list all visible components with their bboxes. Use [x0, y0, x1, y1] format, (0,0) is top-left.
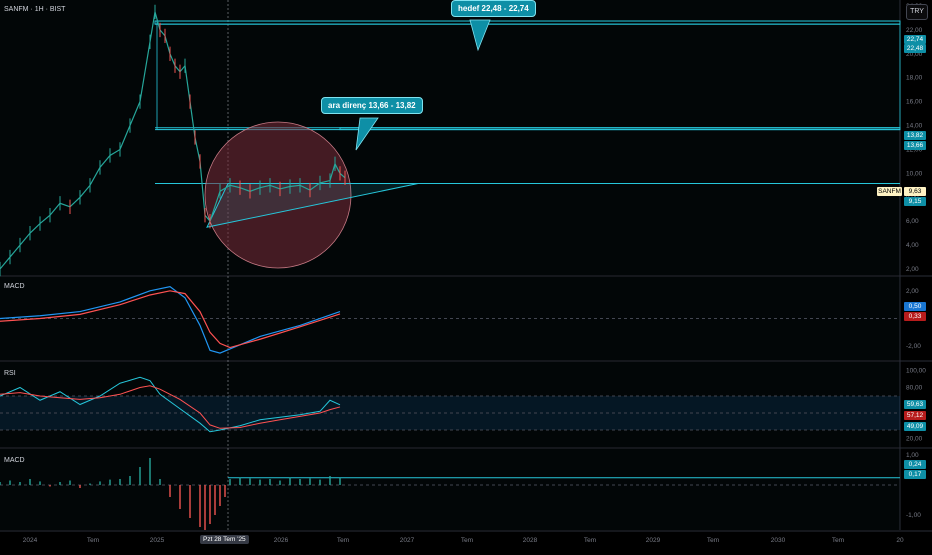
time-tick: Tem — [832, 537, 844, 544]
hist-bar — [139, 467, 141, 485]
price-tick: 2,00 — [906, 266, 919, 273]
price-tick: 18,00 — [906, 75, 923, 82]
time-tick: 2027 — [400, 537, 415, 544]
support-label: 9,15 — [904, 197, 926, 206]
hist-bar — [19, 482, 21, 485]
time-tick: Tem — [87, 537, 99, 544]
price-tick: 4,00 — [906, 242, 919, 249]
time-tick: 2024 — [23, 537, 38, 544]
hist-tick: -1,00 — [906, 512, 921, 519]
price-label-13-66: 13,66 — [904, 141, 926, 150]
rsi-label-1: 59,63 — [904, 400, 926, 409]
hist-bar — [209, 485, 211, 524]
price-tick: 10,00 — [906, 170, 923, 177]
price-tick: 14,00 — [906, 123, 923, 130]
crosshair-date-label: Pzt 28 Tem '25 — [200, 535, 249, 544]
hist-label-1: 0,24 — [904, 460, 926, 469]
hist-bar — [199, 485, 201, 527]
price-label-22-48: 22,48 — [904, 44, 926, 53]
hist-bar — [239, 477, 241, 485]
time-tick: 2030 — [771, 537, 786, 544]
hist-bar — [99, 481, 101, 485]
hist-bar — [9, 480, 11, 485]
price-tick: 22,00 — [906, 27, 923, 34]
hist-bar — [309, 478, 311, 485]
macd-tick: 2,00 — [906, 288, 919, 295]
hist-bar — [229, 479, 231, 485]
hist-bar — [49, 485, 51, 487]
price-tick: 6,00 — [906, 218, 919, 225]
hist-bar — [0, 482, 1, 485]
hist-bar — [339, 477, 341, 485]
hist-bar — [319, 479, 321, 485]
hist-bar — [39, 481, 41, 485]
time-tick: 20 — [896, 537, 904, 544]
time-tick: 2028 — [523, 537, 538, 544]
macd-label: 0,50 — [904, 302, 926, 311]
time-tick: Tem — [337, 537, 349, 544]
pane-background — [0, 0, 900, 275]
hist-bar — [279, 480, 281, 485]
rsi-label-3: 49,09 — [904, 422, 926, 431]
hist-bar — [109, 479, 111, 485]
price-label-22-74: 22,74 — [904, 35, 926, 44]
hist-bar — [119, 479, 121, 485]
macd-pane-title: MACD — [4, 283, 25, 290]
target-callout[interactable]: hedef 22,48 - 22,74 — [451, 0, 536, 17]
symbol-title: SANFM · 1H · BIST — [4, 6, 66, 13]
currency-button[interactable]: TRY — [906, 4, 928, 20]
macd-tick: -2,00 — [906, 343, 921, 350]
hist-bar — [169, 485, 171, 497]
hist-bar — [259, 479, 261, 485]
hist-pane-title: MACD — [4, 457, 25, 464]
hist-bar — [289, 477, 291, 485]
rsi-tick: 100,00 — [906, 368, 926, 375]
signal-label: 0,33 — [904, 312, 926, 321]
symbol-tag: SANFM — [877, 187, 902, 196]
hist-bar — [249, 478, 251, 485]
hist-tick: 1,00 — [906, 452, 919, 459]
hist-bar — [329, 476, 331, 485]
hist-bar — [189, 485, 191, 518]
time-tick: 2029 — [646, 537, 661, 544]
rsi-tick: 20,00 — [906, 436, 923, 443]
time-tick: Tem — [707, 537, 719, 544]
pane-background — [0, 449, 900, 530]
price-tick: 16,00 — [906, 99, 923, 106]
time-tick: Tem — [584, 537, 596, 544]
resistance-zone-box — [339, 127, 901, 131]
hist-bar — [269, 479, 271, 485]
hist-bar — [159, 479, 161, 485]
hist-bar — [219, 485, 221, 506]
hist-bar — [79, 485, 81, 488]
hist-bar — [69, 480, 71, 485]
rsi-label-2: 57,12 — [904, 411, 926, 420]
last-price-label: 9,63 — [904, 187, 926, 196]
hist-bar — [179, 485, 181, 509]
time-tick: 2026 — [274, 537, 289, 544]
hist-bar — [299, 479, 301, 485]
time-tick: 2025 — [150, 537, 165, 544]
hist-bar — [224, 485, 226, 497]
chart-canvas[interactable]: 24,0022,0020,0018,0016,0014,0012,0010,00… — [0, 0, 932, 550]
time-tick: Tem — [461, 537, 473, 544]
hist-bar — [214, 485, 216, 515]
rsi-pane-title: RSI — [4, 370, 16, 377]
hist-bar — [89, 483, 91, 485]
hist-bar — [29, 479, 31, 485]
hist-bar — [149, 458, 151, 485]
hist-label-2: 0,17 — [904, 470, 926, 479]
hist-bar — [129, 476, 131, 485]
chart-stage: 24,0022,0020,0018,0016,0014,0012,0010,00… — [0, 0, 932, 550]
resistance-callout[interactable]: ara direnç 13,66 - 13,82 — [321, 97, 423, 114]
price-label-13-82: 13,82 — [904, 131, 926, 140]
rsi-tick: 80,00 — [906, 385, 923, 392]
hist-bar — [204, 485, 206, 530]
hist-bar — [59, 482, 61, 485]
